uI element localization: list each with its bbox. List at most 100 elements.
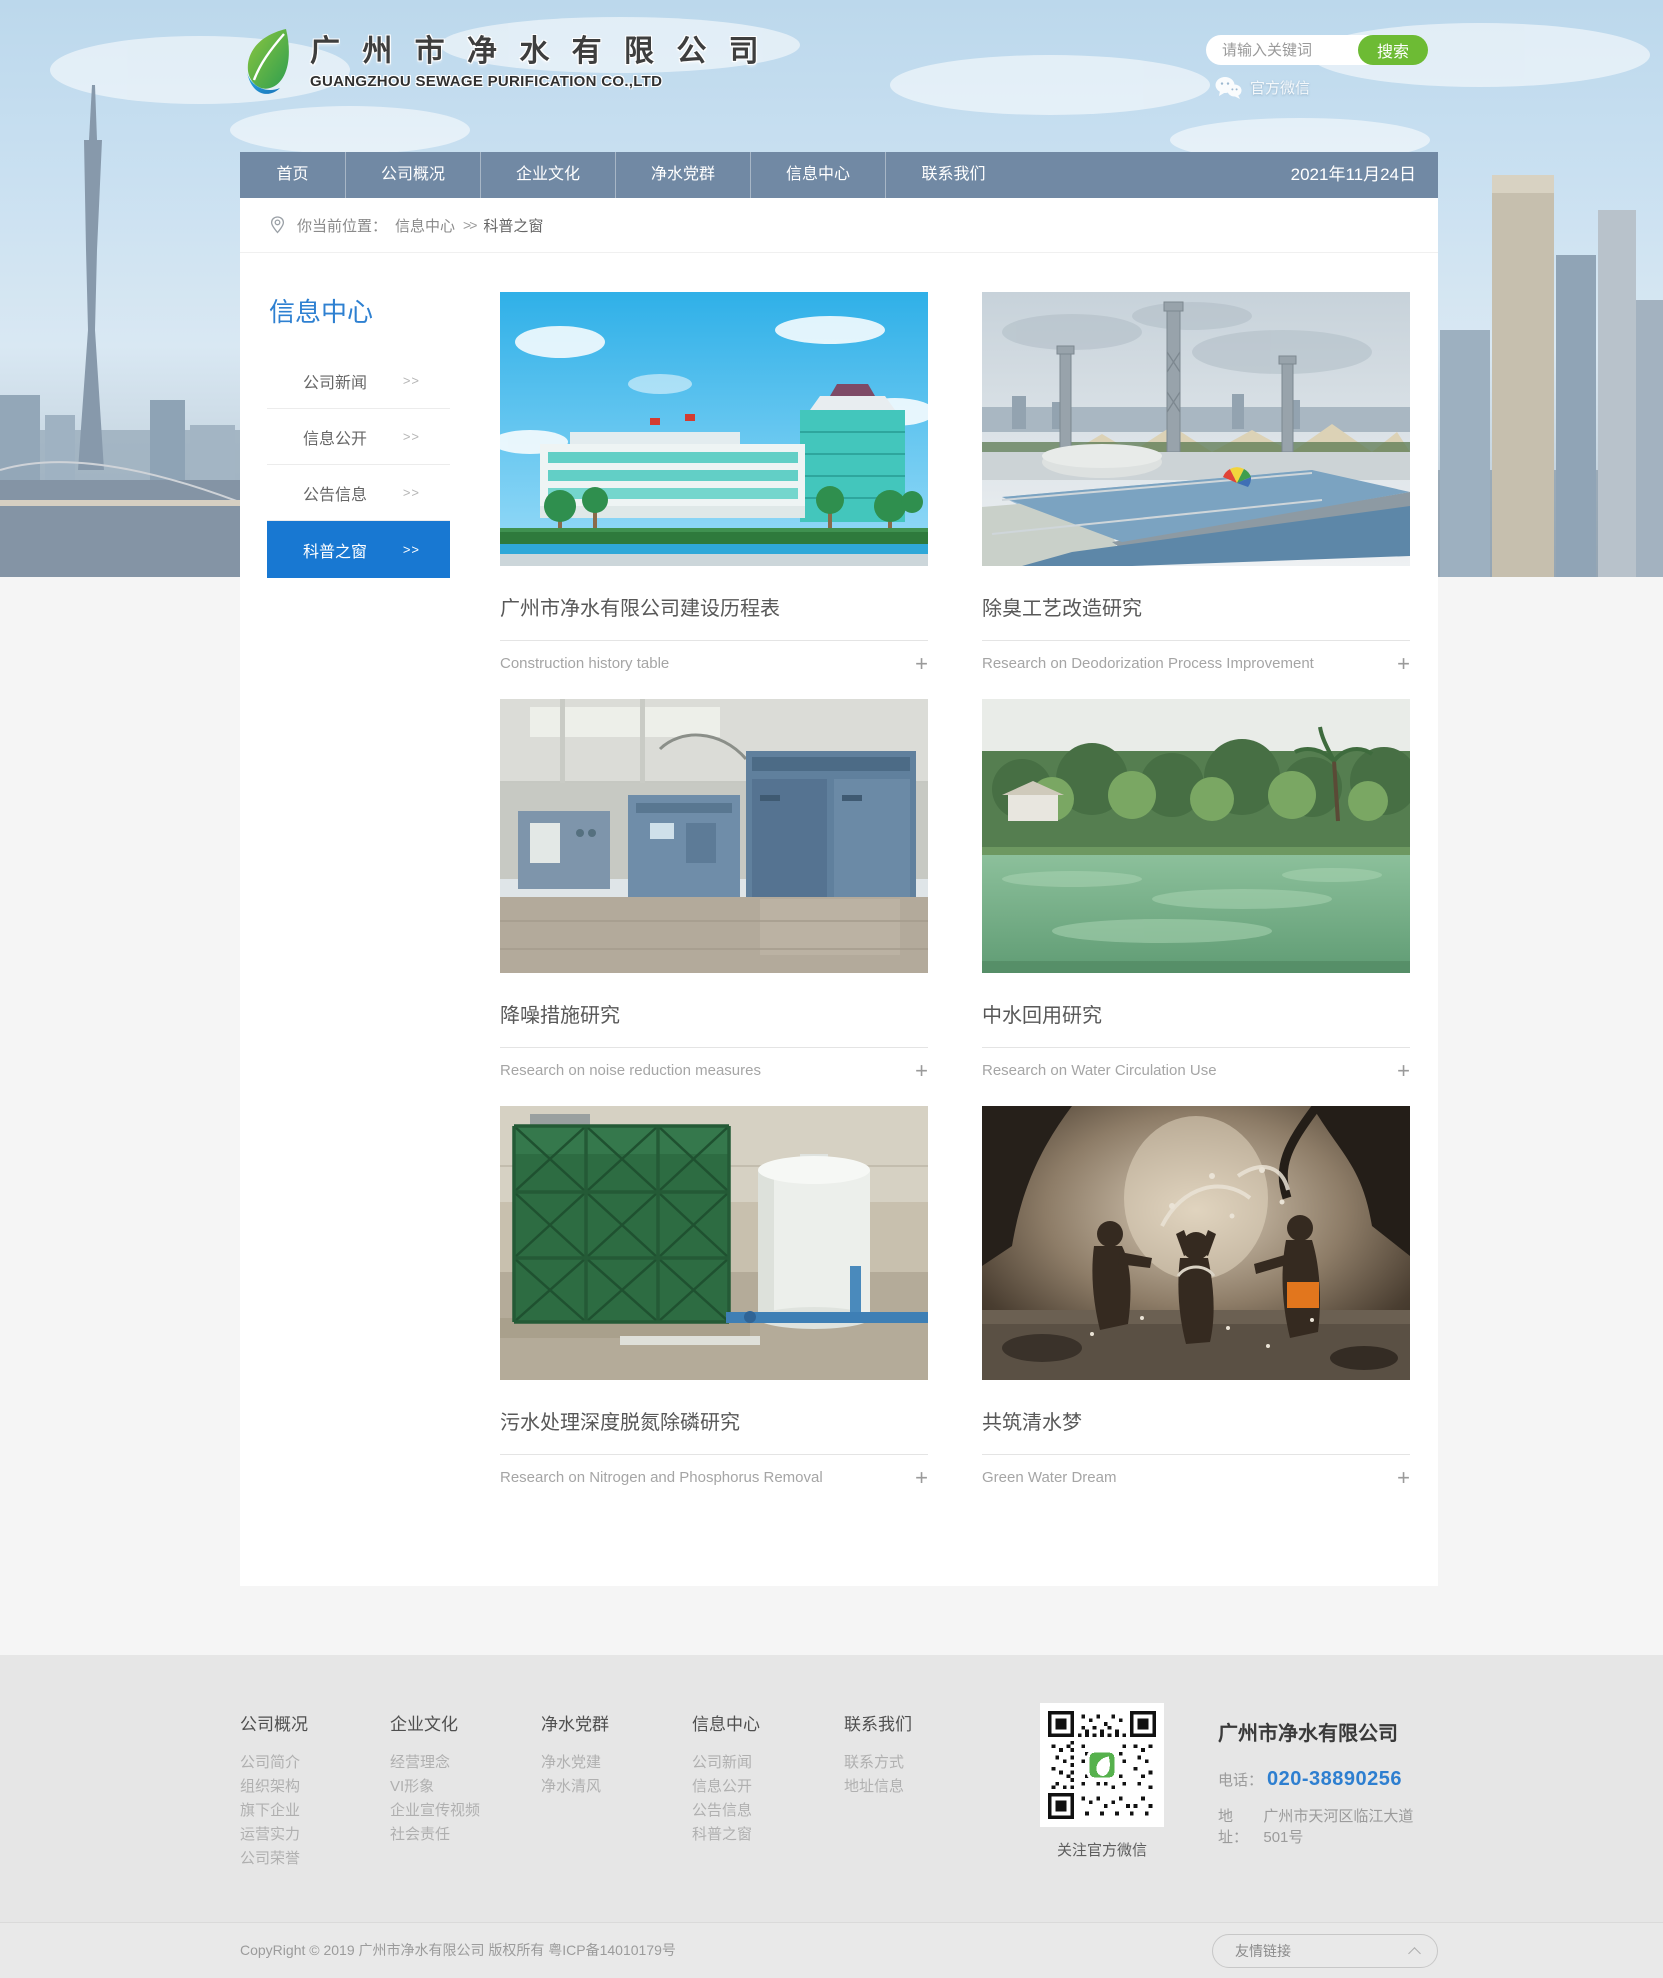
nav-item-info-center[interactable]: 信息中心 bbox=[751, 152, 886, 198]
plus-icon[interactable]: + bbox=[915, 654, 928, 674]
plus-icon[interactable]: + bbox=[915, 1468, 928, 1488]
card-noise-reduction[interactable]: 降噪措施研究 Research on noise reduction measu… bbox=[500, 699, 928, 1081]
footer-link[interactable]: 企业宣传视频 bbox=[390, 1799, 480, 1823]
sidebar-item-science-window[interactable]: 科普之窗 >> bbox=[267, 521, 450, 578]
location-pin-icon bbox=[270, 216, 285, 234]
footer-link[interactable]: 公司荣誉 bbox=[240, 1847, 308, 1871]
wechat-qr-code bbox=[1040, 1703, 1164, 1827]
footer-link[interactable]: 旗下企业 bbox=[240, 1799, 308, 1823]
footer-column-title: 信息中心 bbox=[692, 1710, 760, 1735]
footer-link[interactable]: 地址信息 bbox=[844, 1775, 912, 1799]
card-title: 中水回用研究 bbox=[982, 1002, 1410, 1048]
nav-item-company-overview[interactable]: 公司概况 bbox=[346, 152, 481, 198]
card-construction-history[interactable]: 广州市净水有限公司建设历程表 Construction history tabl… bbox=[500, 292, 928, 674]
footer-link[interactable]: 净水清风 bbox=[541, 1775, 609, 1799]
footer-link[interactable]: 科普之窗 bbox=[692, 1823, 760, 1847]
sidebar-title: 信息中心 bbox=[269, 292, 450, 329]
nav-item-party-group[interactable]: 净水党群 bbox=[616, 152, 751, 198]
footer-link[interactable]: 社会责任 bbox=[390, 1823, 480, 1847]
sidebar-menu: 公司新闻 >> 信息公开 >> 公告信息 >> 科普之窗 >> bbox=[267, 353, 450, 578]
company-name: 广 州 市 净 水 有 限 公 司 bbox=[310, 26, 766, 70]
breadcrumb-parent[interactable]: 信息中心 bbox=[395, 215, 455, 236]
footer: 公司概况 公司简介 组织架构 旗下企业 运营实力 公司荣誉 企业文化 经营理念 … bbox=[0, 1655, 1663, 1922]
children-playing-water-photo bbox=[982, 1106, 1410, 1380]
card-title: 除臭工艺改造研究 bbox=[982, 595, 1410, 641]
card-nitrogen-phosphorus[interactable]: 污水处理深度脱氮除磷研究 Research on Nitrogen and Ph… bbox=[500, 1106, 928, 1488]
footer-column-title: 企业文化 bbox=[390, 1710, 480, 1735]
footer-link[interactable]: 联系方式 bbox=[844, 1751, 912, 1775]
phone-number: 020-38890256 bbox=[1267, 1768, 1402, 1791]
card-title: 共筑清水梦 bbox=[982, 1409, 1410, 1455]
sidebar-item-label: 公告信息 bbox=[303, 481, 367, 505]
plus-icon[interactable]: + bbox=[915, 1061, 928, 1081]
plus-icon[interactable]: + bbox=[1397, 1468, 1410, 1488]
card-title: 污水处理深度脱氮除磷研究 bbox=[500, 1409, 928, 1455]
address-value: 广州市天河区临江大道501号 bbox=[1263, 1805, 1438, 1847]
sidebar-item-info-disclosure[interactable]: 信息公开 >> bbox=[267, 409, 450, 465]
wechat-icon bbox=[1215, 76, 1242, 99]
plus-icon[interactable]: + bbox=[1397, 1061, 1410, 1081]
card-deodorization[interactable]: 除臭工艺改造研究 Research on Deodorization Proce… bbox=[982, 292, 1410, 674]
wechat-label: 官方微信 bbox=[1250, 77, 1310, 98]
breadcrumb-current: 科普之窗 bbox=[483, 215, 543, 236]
logo[interactable]: 广 州 市 净 水 有 限 公 司 GUANGZHOU SEWAGE PURIF… bbox=[240, 26, 766, 96]
card-subtitle: Green Water Dream bbox=[982, 1468, 1116, 1488]
footer-link[interactable]: 信息公开 bbox=[692, 1775, 760, 1799]
address-label: 地址： bbox=[1218, 1805, 1259, 1847]
article-card-grid: 广州市净水有限公司建设历程表 Construction history tabl… bbox=[500, 292, 1410, 1513]
card-water-reuse[interactable]: 中水回用研究 Research on Water Circulation Use… bbox=[982, 699, 1410, 1081]
double-chevron-icon: >> bbox=[403, 373, 420, 388]
phone-label: 电话： bbox=[1218, 1769, 1263, 1790]
nav-item-corporate-culture[interactable]: 企业文化 bbox=[481, 152, 616, 198]
footer-link[interactable]: 公告信息 bbox=[692, 1799, 760, 1823]
main-nav: 首页 公司概况 企业文化 净水党群 信息中心 联系我们 2021年11月24日 bbox=[240, 152, 1438, 198]
footer-column-title: 公司概况 bbox=[240, 1710, 308, 1735]
footer-link[interactable]: 经营理念 bbox=[390, 1751, 480, 1775]
plus-icon[interactable]: + bbox=[1397, 654, 1410, 674]
breadcrumb: 你当前位置： 信息中心 >> 科普之窗 bbox=[240, 198, 1438, 253]
footer-link[interactable]: 组织架构 bbox=[240, 1775, 308, 1799]
site-header: 广 州 市 净 水 有 限 公 司 GUANGZHOU SEWAGE PURIF… bbox=[240, 0, 1438, 152]
company-name-en: GUANGZHOU SEWAGE PURIFICATION CO.,LTD bbox=[310, 73, 766, 90]
breadcrumb-separator: >> bbox=[463, 217, 475, 233]
friend-links-select[interactable]: 友情链接 bbox=[1212, 1934, 1438, 1968]
company-building-photo bbox=[500, 292, 928, 566]
page-column: 广 州 市 净 水 有 限 公 司 GUANGZHOU SEWAGE PURIF… bbox=[240, 0, 1438, 1586]
footer-column-title: 净水党群 bbox=[541, 1710, 609, 1735]
footer-col-contact: 联系我们 联系方式 地址信息 bbox=[844, 1710, 912, 1799]
qr-caption: 关注官方微信 bbox=[1040, 1839, 1164, 1860]
sidebar-item-label: 信息公开 bbox=[303, 425, 367, 449]
sidebar-item-company-news[interactable]: 公司新闻 >> bbox=[267, 353, 450, 409]
sidebar-item-label: 公司新闻 bbox=[303, 369, 367, 393]
search-button[interactable]: 搜索 bbox=[1358, 35, 1428, 65]
sidebar-item-announcements[interactable]: 公告信息 >> bbox=[267, 465, 450, 521]
footer-link[interactable]: 净水党建 bbox=[541, 1751, 609, 1775]
leaf-logo-icon bbox=[240, 26, 296, 96]
footer-link[interactable]: 运营实力 bbox=[240, 1823, 308, 1847]
footer-column-title: 联系我们 bbox=[844, 1710, 912, 1735]
sidebar: 信息中心 公司新闻 >> 信息公开 >> 公告信息 >> 科 bbox=[267, 292, 450, 1513]
footer-link[interactable]: VI形象 bbox=[390, 1775, 480, 1799]
card-subtitle: Research on Water Circulation Use bbox=[982, 1061, 1217, 1081]
double-chevron-icon: >> bbox=[403, 429, 420, 444]
content-area: 信息中心 公司新闻 >> 信息公开 >> 公告信息 >> 科 bbox=[240, 253, 1438, 1513]
nav-item-contact[interactable]: 联系我们 bbox=[886, 152, 1021, 198]
official-wechat[interactable]: 官方微信 bbox=[1215, 76, 1310, 99]
card-green-water-dream[interactable]: 共筑清水梦 Green Water Dream + bbox=[982, 1106, 1410, 1488]
footer-col-info-center: 信息中心 公司新闻 信息公开 公告信息 科普之窗 bbox=[692, 1710, 760, 1847]
footer-col-corporate-culture: 企业文化 经营理念 VI形象 企业宣传视频 社会责任 bbox=[390, 1710, 480, 1847]
search-bar: 搜索 bbox=[1206, 35, 1428, 65]
copyright-bar: CopyRight © 2019 广州市净水有限公司 版权所有 粤ICP备140… bbox=[0, 1922, 1663, 1978]
card-subtitle: Research on Deodorization Process Improv… bbox=[982, 654, 1314, 674]
card-title: 广州市净水有限公司建设历程表 bbox=[500, 595, 928, 641]
recycled-water-pond-photo bbox=[982, 699, 1410, 973]
logo-text: 广 州 市 净 水 有 限 公 司 GUANGZHOU SEWAGE PURIF… bbox=[310, 26, 766, 90]
sidebar-item-label: 科普之窗 bbox=[303, 538, 367, 562]
double-chevron-icon: >> bbox=[403, 542, 420, 557]
green-tank-photo bbox=[500, 1106, 928, 1380]
footer-link[interactable]: 公司简介 bbox=[240, 1751, 308, 1775]
footer-link[interactable]: 公司新闻 bbox=[692, 1751, 760, 1775]
card-subtitle: Research on Nitrogen and Phosphorus Remo… bbox=[500, 1468, 823, 1488]
nav-item-home[interactable]: 首页 bbox=[240, 152, 346, 198]
breadcrumb-prefix: 你当前位置： bbox=[297, 215, 387, 236]
